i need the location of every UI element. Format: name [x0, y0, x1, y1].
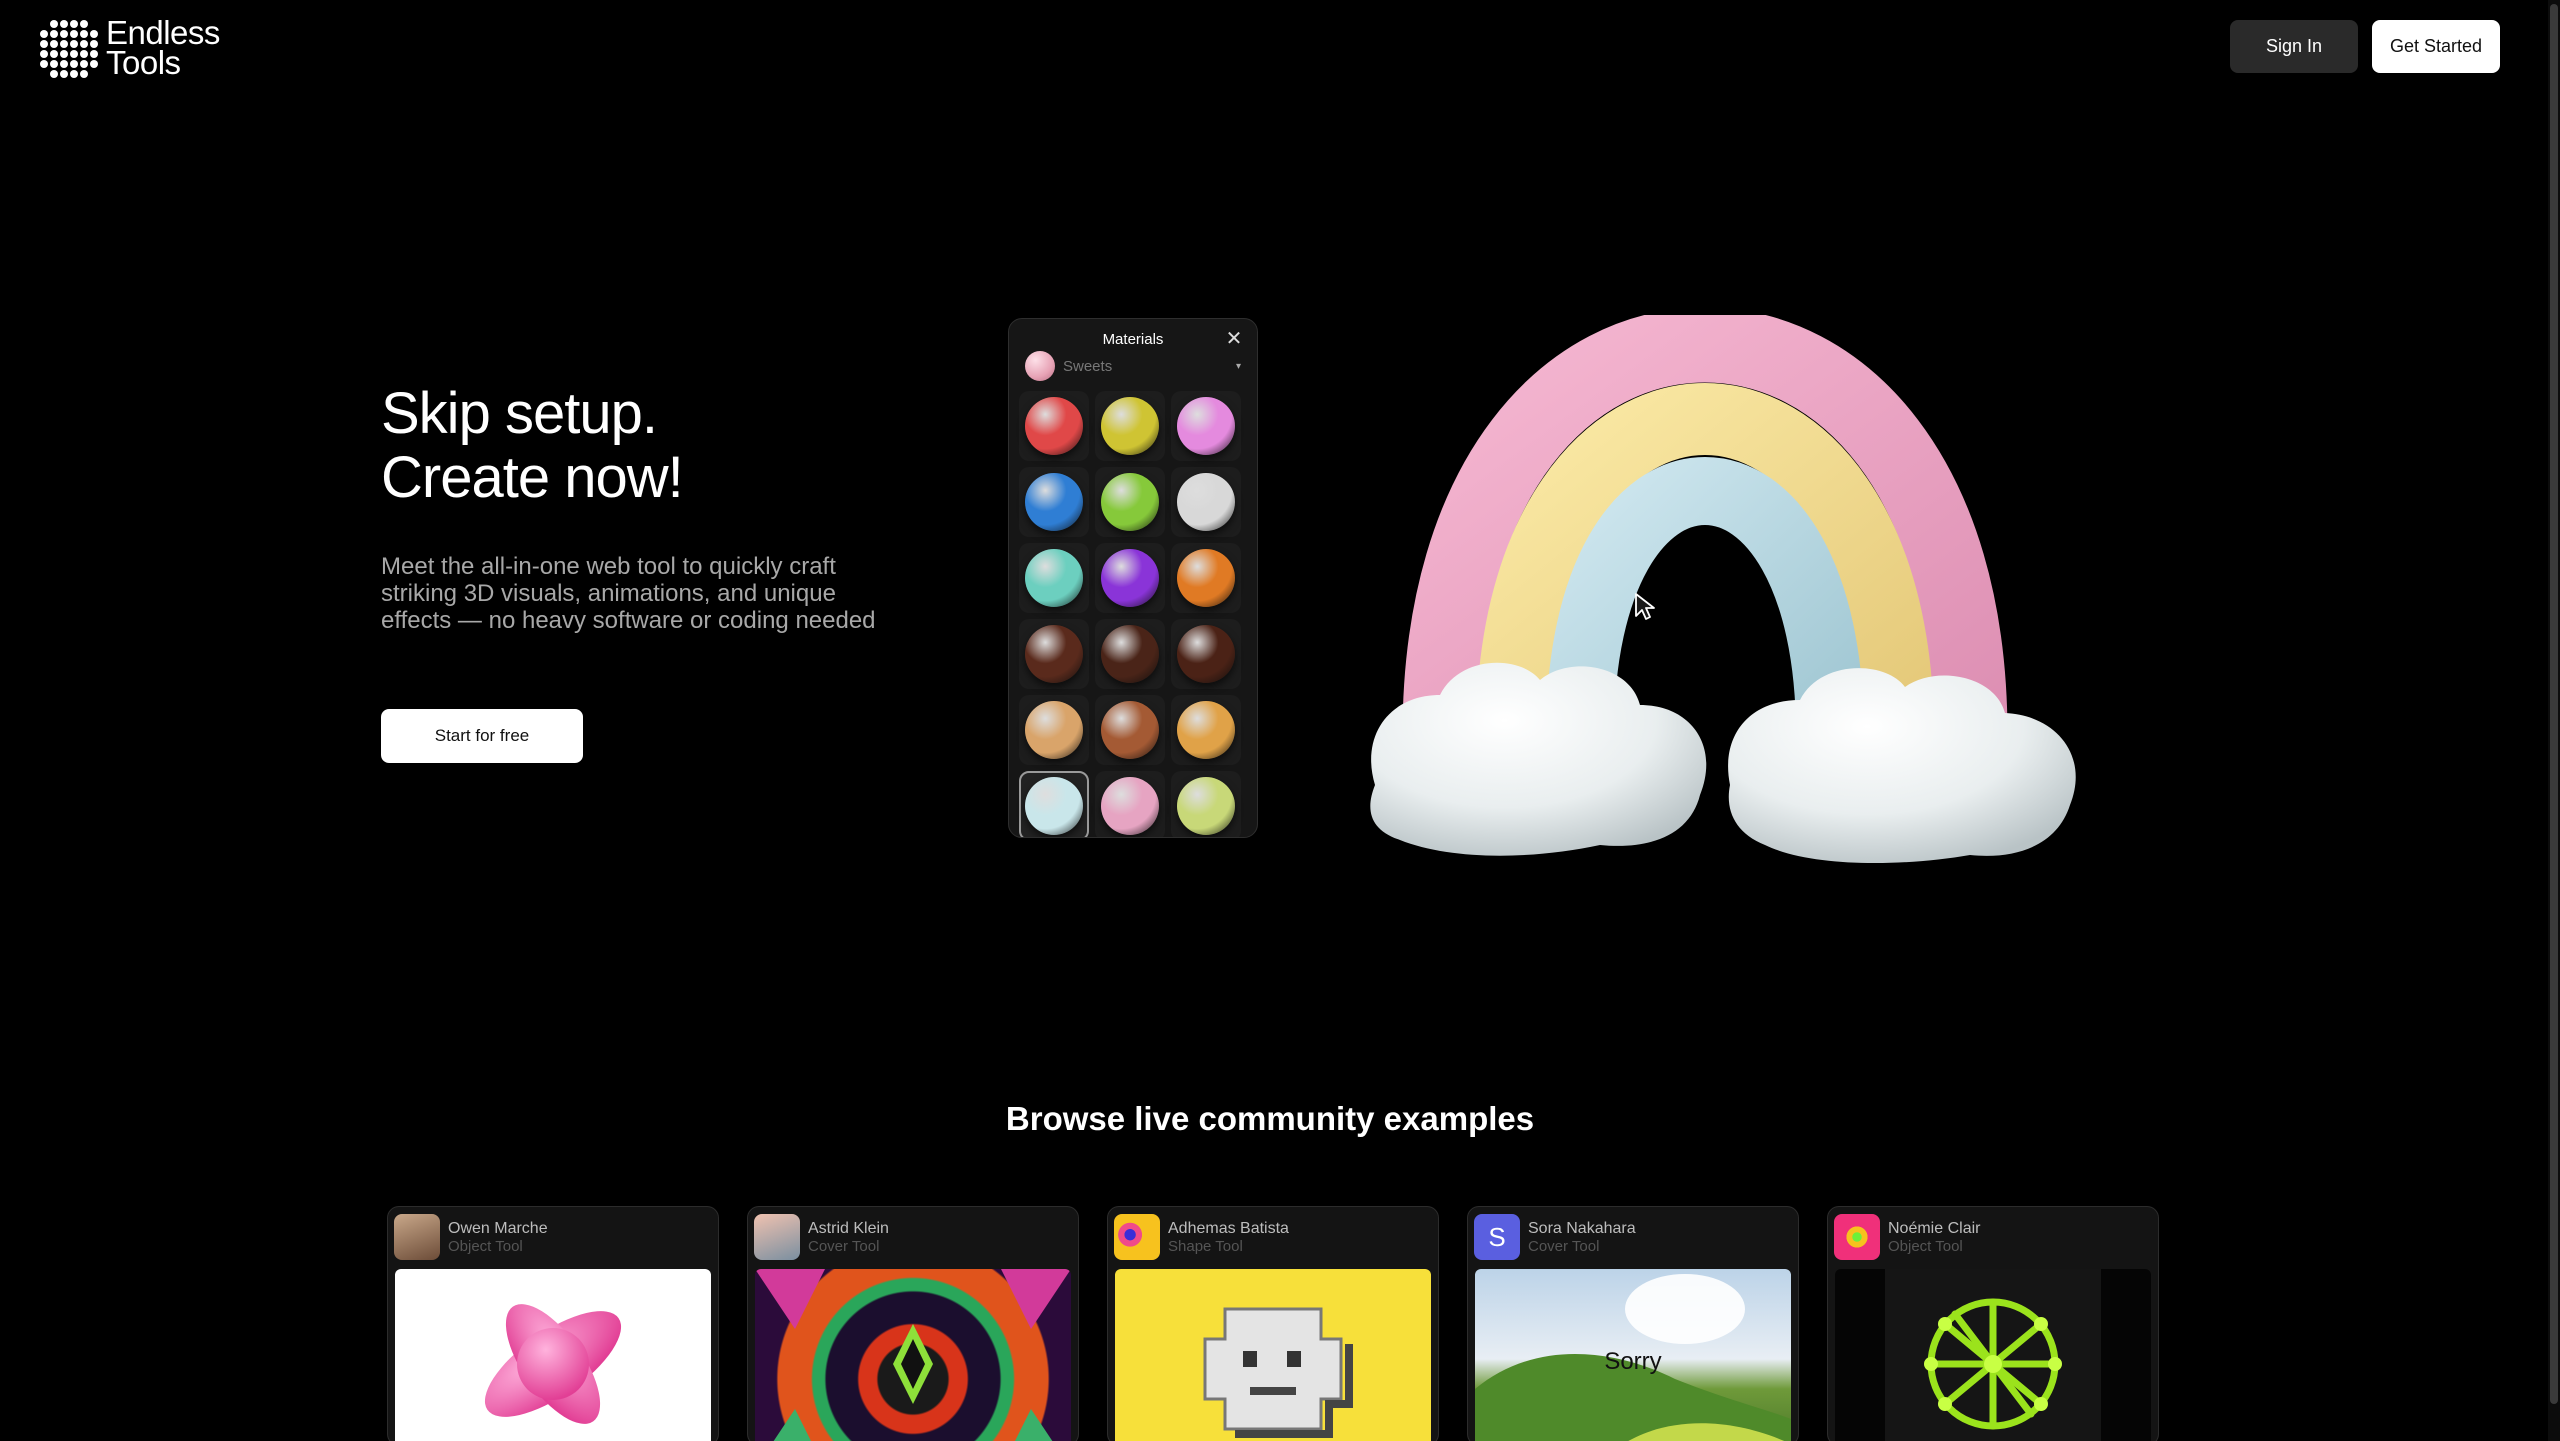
brand-logo[interactable]: Endless Tools [40, 16, 220, 81]
chevron-down-icon: ▾ [1235, 360, 1241, 372]
material-sphere-icon [1101, 777, 1159, 835]
material-swatch[interactable] [1019, 771, 1089, 837]
community-card[interactable]: Owen Marche Object Tool [387, 1206, 719, 1441]
material-swatch[interactable] [1095, 695, 1165, 765]
brand-name: Endless Tools [106, 16, 220, 81]
community-section-title: Browse live community examples [1005, 1100, 1535, 1137]
material-sphere-icon [1025, 777, 1083, 835]
green-lattice-render [1885, 1269, 2101, 1441]
material-category-label: Sweets [1063, 357, 1113, 375]
pink-blob-render [484, 1304, 622, 1424]
hill-landscape-render: Sorry [1475, 1274, 1791, 1441]
material-sphere-icon [1177, 549, 1235, 607]
material-swatch[interactable] [1019, 695, 1089, 765]
material-sphere-icon [1101, 625, 1159, 683]
hero-subtitle: Meet the all-in-one web tool to quickly … [381, 553, 876, 634]
material-sphere-icon [1101, 473, 1159, 531]
page-scrollbar[interactable] [2548, 0, 2560, 1441]
material-swatch[interactable] [1095, 543, 1165, 613]
material-sphere-icon [1025, 701, 1083, 759]
material-sphere-icon [1025, 397, 1083, 455]
material-swatch[interactable] [1171, 619, 1241, 689]
material-sphere-icon [1101, 549, 1159, 607]
blocky-face-render [1203, 1307, 1353, 1438]
get-started-button[interactable]: Get Started [2372, 20, 2500, 73]
material-swatch[interactable] [1095, 619, 1165, 689]
card-tool-type: Object Tool [1888, 1237, 1963, 1255]
material-swatch[interactable] [1171, 391, 1241, 461]
avatar [754, 1214, 800, 1260]
community-card[interactable]: Astrid Klein Cover Tool [747, 1206, 1079, 1441]
material-swatch[interactable] [1095, 391, 1165, 461]
hero-title: Skip setup. Create now! [381, 381, 684, 510]
avatar [394, 1214, 440, 1260]
avatar [1114, 1214, 1160, 1260]
material-category-select[interactable]: Sweets ▾ [1025, 351, 1241, 381]
card-header: S Sora Nakahara Cover Tool [1474, 1213, 1792, 1261]
material-swatch-grid [1019, 391, 1249, 837]
rainbow-3d-render [1370, 315, 2076, 864]
material-swatch[interactable] [1019, 467, 1089, 537]
sign-in-button[interactable]: Sign In [2230, 20, 2358, 73]
avatar [1834, 1214, 1880, 1260]
card-tool-type: Cover Tool [808, 1237, 880, 1255]
material-swatch[interactable] [1095, 467, 1165, 537]
close-icon[interactable]: ✕ [1223, 328, 1245, 350]
card-author-name: Owen Marche [448, 1219, 548, 1237]
material-swatch[interactable] [1171, 467, 1241, 537]
start-for-free-button[interactable]: Start for free [381, 709, 583, 763]
card-author-name: Noémie Clair [1888, 1219, 1981, 1237]
material-sphere-icon [1177, 397, 1235, 455]
hero-title-line2: Create now! [381, 445, 684, 510]
material-sphere-icon [1177, 777, 1235, 835]
material-sphere-icon [1177, 701, 1235, 759]
material-sphere-icon [1025, 473, 1083, 531]
material-sphere-icon [1101, 397, 1159, 455]
card-thumbnail: Sorry [1475, 1269, 1791, 1441]
community-card[interactable]: Noémie Clair Object Tool [1827, 1206, 2159, 1441]
card-thumbnail [1835, 1269, 2151, 1441]
community-card[interactable]: Adhemas Batista Shape Tool [1107, 1206, 1439, 1441]
card-tool-type: Object Tool [448, 1237, 523, 1255]
material-sphere-icon [1025, 549, 1083, 607]
mouse-cursor-icon [1635, 593, 1655, 620]
material-swatch[interactable] [1019, 619, 1089, 689]
card-header: Adhemas Batista Shape Tool [1114, 1213, 1432, 1261]
card-thumbnail [755, 1269, 1071, 1441]
kaleidoscope-render [755, 1269, 1071, 1441]
material-swatch[interactable] [1019, 543, 1089, 613]
category-swatch-icon [1025, 351, 1055, 381]
scrollbar-thumb[interactable] [2550, 4, 2558, 1404]
card-author-name: Adhemas Batista [1168, 1219, 1289, 1237]
logo-dots-icon [40, 20, 98, 78]
material-sphere-icon [1025, 625, 1083, 683]
card-header: Owen Marche Object Tool [394, 1213, 712, 1261]
card-thumbnail [395, 1269, 711, 1441]
material-sphere-icon [1177, 625, 1235, 683]
card-author-name: Astrid Klein [808, 1219, 889, 1237]
avatar: S [1474, 1214, 1520, 1260]
material-swatch[interactable] [1019, 391, 1089, 461]
material-swatch[interactable] [1171, 695, 1241, 765]
material-swatch[interactable] [1171, 771, 1241, 837]
card-tool-type: Shape Tool [1168, 1237, 1243, 1255]
community-card[interactable]: S Sora Nakahara Cover Tool Sorry [1467, 1206, 1799, 1441]
material-swatch[interactable] [1095, 771, 1165, 837]
card-header: Noémie Clair Object Tool [1834, 1213, 2152, 1261]
card-header: Astrid Klein Cover Tool [754, 1213, 1072, 1261]
materials-panel-title: Materials [1102, 331, 1164, 348]
community-cards: Owen Marche Object Tool Astrid Klein Cov… [387, 1206, 2159, 1441]
hero-title-line1: Skip setup. [381, 381, 658, 446]
materials-panel: Materials ✕ Sweets ▾ [1008, 318, 1258, 838]
brand-name-line2: Tools [106, 44, 181, 81]
material-sphere-icon [1177, 473, 1235, 531]
material-sphere-icon [1101, 701, 1159, 759]
sorry-label: Sorry [1604, 1348, 1661, 1375]
card-tool-type: Cover Tool [1528, 1237, 1600, 1255]
material-swatch[interactable] [1171, 543, 1241, 613]
card-thumbnail [1115, 1269, 1431, 1441]
card-author-name: Sora Nakahara [1528, 1219, 1636, 1237]
